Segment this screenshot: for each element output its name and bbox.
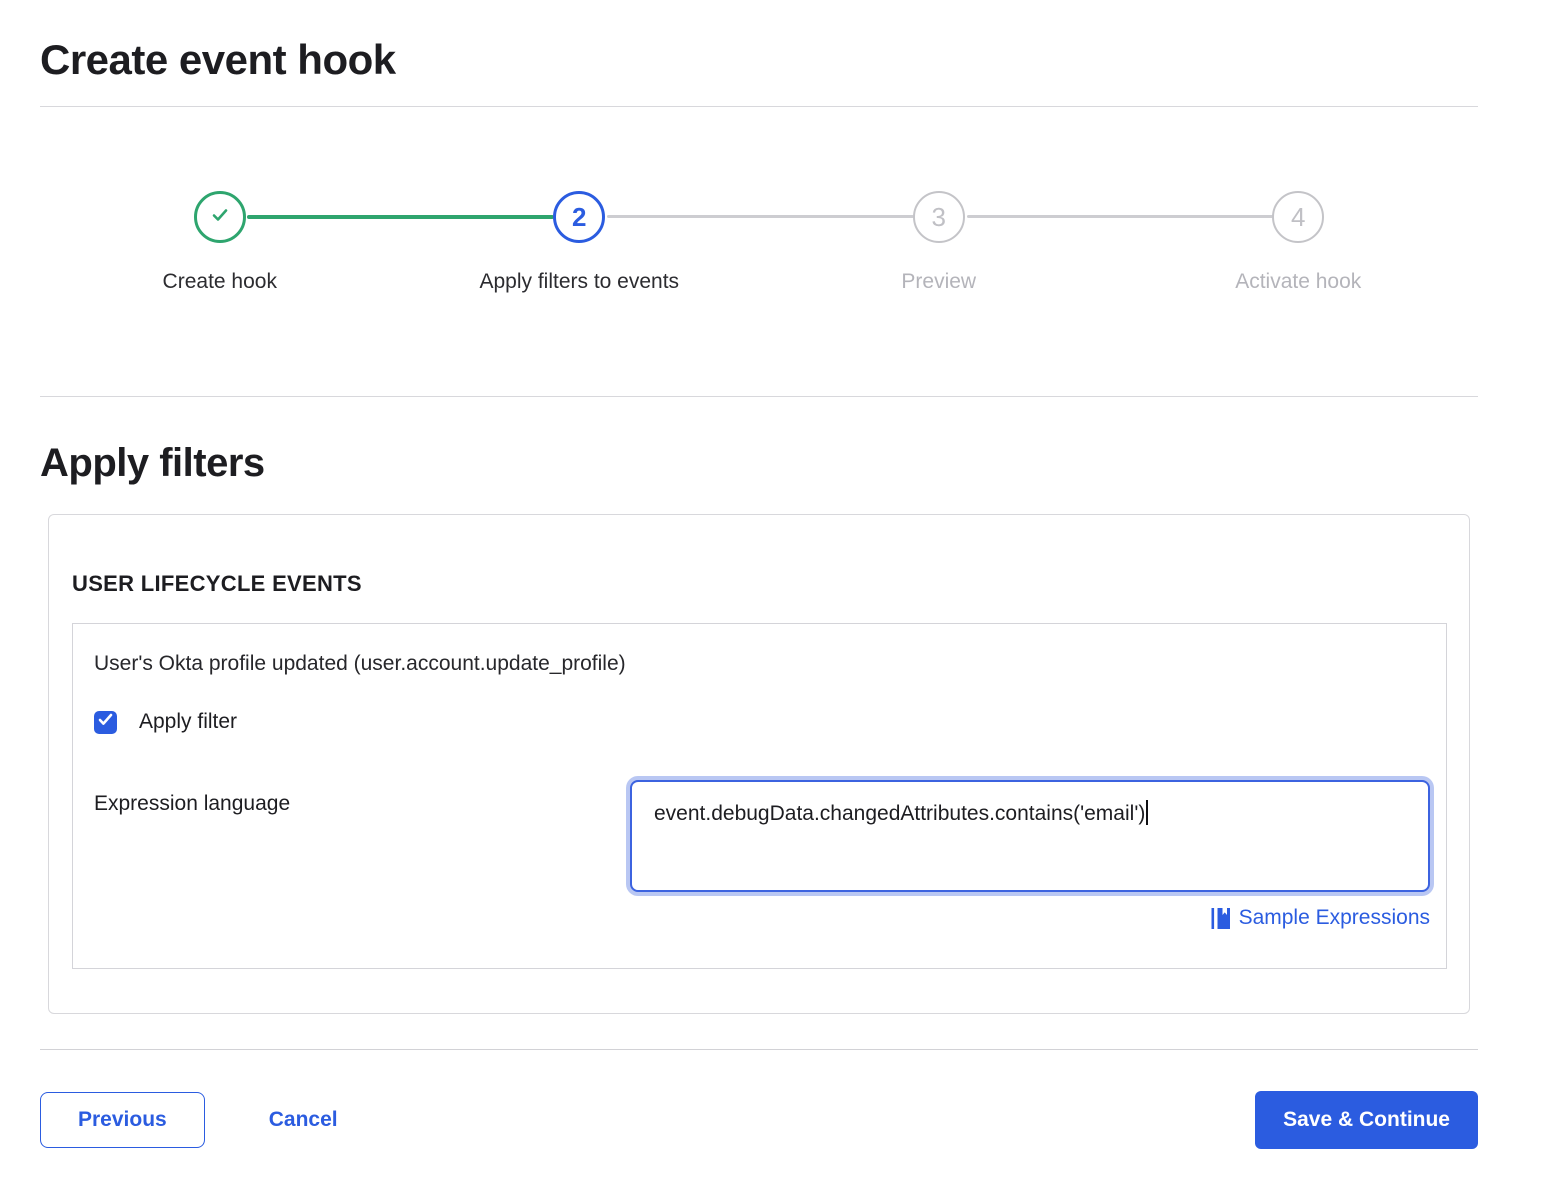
step-number: 2 [572,202,586,233]
text-cursor [1146,800,1148,825]
event-group-heading: USER LIFECYCLE EVENTS [72,571,1447,597]
expression-row: Expression language event.debugData.chan… [94,780,1430,930]
footer-divider [40,1049,1478,1050]
step-number: 4 [1291,202,1305,233]
step-label-preview: Preview [759,270,1119,294]
page-header: Create event hook [40,0,1478,107]
stepper-connector-complete [247,215,554,219]
step-circle-current: 2 [553,191,605,243]
expression-value: event.debugData.changedAttributes.contai… [654,802,1145,825]
previous-button[interactable]: Previous [40,1092,205,1148]
stepper-track: 2 3 4 [40,191,1478,243]
step-circle-upcoming: 4 [1272,191,1324,243]
check-icon [98,713,113,731]
apply-filter-row: Apply filter [94,710,1430,734]
step-number: 3 [932,202,946,233]
expression-input[interactable]: event.debugData.changedAttributes.contai… [630,780,1430,892]
wizard-stepper: 2 3 4 Create hook Apply filters to event… [40,107,1478,397]
save-continue-button[interactable]: Save & Continue [1255,1091,1478,1149]
apply-filter-checkbox[interactable] [94,711,117,734]
step-label-activate-hook: Activate hook [1119,270,1479,294]
step-label-create-hook: Create hook [40,270,400,294]
sample-expressions-link[interactable]: Sample Expressions [1210,906,1430,930]
event-filter-panel: User's Okta profile updated (user.accoun… [72,623,1447,969]
step-label-apply-filters: Apply filters to events [400,270,760,294]
apply-filter-label: Apply filter [139,710,237,734]
footer-actions: Previous Cancel Save & Continue [40,1091,1478,1149]
stepper-connector-upcoming [607,215,914,218]
sample-expressions-label: Sample Expressions [1239,906,1430,930]
cancel-button[interactable]: Cancel [269,1108,338,1132]
create-event-hook-page: Create event hook [40,0,1478,1149]
step-circle-upcoming: 3 [913,191,965,243]
expression-language-label: Expression language [94,780,290,816]
stepper-connector-upcoming [967,215,1274,218]
page-title: Create event hook [40,36,1478,84]
event-title: User's Okta profile updated (user.accoun… [94,652,1430,676]
step-circle-complete [194,191,246,243]
section-heading: Apply filters [40,441,1478,486]
check-icon [207,202,233,233]
book-icon [1210,907,1230,930]
filters-card: USER LIFECYCLE EVENTS User's Okta profil… [48,514,1470,1014]
